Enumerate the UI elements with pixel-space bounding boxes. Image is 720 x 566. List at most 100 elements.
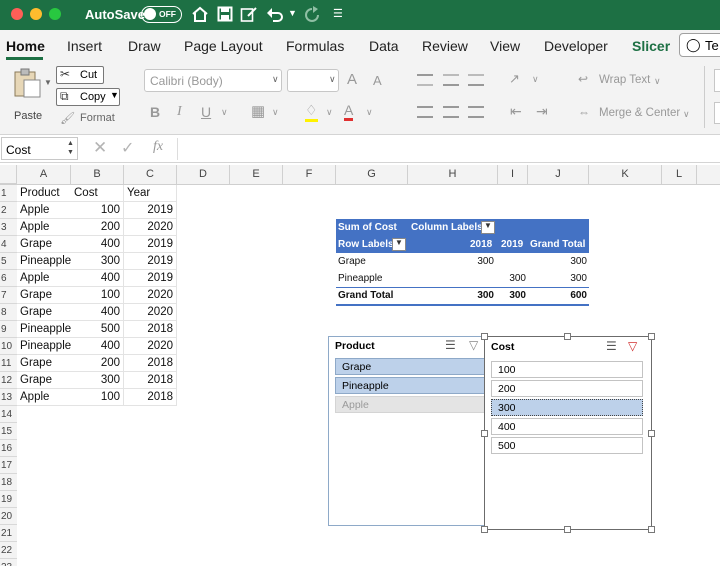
row-header[interactable]: 3 xyxy=(0,219,17,236)
table-cell[interactable]: 2018 xyxy=(124,389,177,406)
column-header-j[interactable]: J xyxy=(528,165,589,184)
product-slicer[interactable]: Product ☰ ▽ Grape Pineapple Apple xyxy=(328,336,488,526)
tab-view[interactable]: View xyxy=(490,38,520,54)
bold-button[interactable]: B xyxy=(150,104,160,120)
align-right-icon[interactable] xyxy=(468,106,484,118)
table-cell[interactable]: 400 xyxy=(71,270,124,287)
row-header[interactable]: 18 xyxy=(0,474,17,491)
chevron-down-icon[interactable]: ∨ xyxy=(683,109,690,120)
paste-dropdown-icon[interactable]: ▼ xyxy=(44,78,52,87)
tab-insert[interactable]: Insert xyxy=(67,38,102,54)
insert-function-icon[interactable]: fx xyxy=(153,139,163,155)
format-painter-label[interactable]: Format xyxy=(80,112,115,124)
redo-icon[interactable] xyxy=(303,6,321,23)
table-cell[interactable]: 2019 xyxy=(124,236,177,253)
align-bottom-icon[interactable] xyxy=(468,74,484,86)
multi-select-icon[interactable]: ☰ xyxy=(606,339,617,353)
column-header-l[interactable]: L xyxy=(662,165,697,184)
fill-color-icon[interactable]: ♢ xyxy=(305,102,318,122)
resize-handle[interactable] xyxy=(564,333,571,340)
row-header[interactable]: 17 xyxy=(0,457,17,474)
cancel-icon[interactable]: ✕ xyxy=(93,138,107,158)
column-header-h[interactable]: H xyxy=(408,165,498,184)
resize-handle[interactable] xyxy=(564,526,571,533)
table-cell[interactable]: 400 xyxy=(71,304,124,321)
table-cell[interactable]: 2020 xyxy=(124,304,177,321)
table-cell[interactable]: 2020 xyxy=(124,287,177,304)
row-header[interactable]: 4 xyxy=(0,236,17,253)
cost-slicer-item-500[interactable]: 500 xyxy=(491,437,643,454)
table-cell[interactable]: Apple xyxy=(17,389,71,406)
chevron-down-icon[interactable]: ∨ xyxy=(221,107,228,118)
tab-review[interactable]: Review xyxy=(422,38,468,54)
decrease-font-button[interactable]: A xyxy=(373,73,382,88)
cost-slicer-item-200[interactable]: 200 xyxy=(491,380,643,397)
column-header-d[interactable]: D xyxy=(177,165,230,184)
header-cell[interactable]: Cost xyxy=(71,185,124,202)
table-cell[interactable]: Grape xyxy=(17,304,71,321)
decrease-indent-icon[interactable]: ⇤ xyxy=(510,103,522,120)
paste-button[interactable]: Paste xyxy=(8,68,50,126)
resize-handle[interactable] xyxy=(648,526,655,533)
align-center-icon[interactable] xyxy=(443,106,459,118)
table-cell[interactable]: 2018 xyxy=(124,355,177,372)
column-header-blank[interactable] xyxy=(697,165,720,184)
row-header[interactable]: 1 xyxy=(0,185,17,202)
table-cell[interactable]: 100 xyxy=(71,389,124,406)
chevron-down-icon[interactable]: ∨ xyxy=(326,107,333,118)
column-labels-filter-button[interactable]: ▼ xyxy=(481,221,495,234)
column-header-a[interactable]: A xyxy=(17,165,71,184)
row-labels-filter-button[interactable]: ▼ xyxy=(392,238,406,251)
tab-data[interactable]: Data xyxy=(369,38,399,54)
chevron-down-icon[interactable]: ∨ xyxy=(272,107,279,118)
row-header[interactable]: 23 xyxy=(0,559,17,566)
chevron-down-icon[interactable]: ∨ xyxy=(654,76,661,87)
pivot-table[interactable]: Sum of Cost Column Labels ▼ Row Labels ▼… xyxy=(336,219,589,306)
name-box[interactable]: Cost ▲ ▼ xyxy=(1,137,78,160)
row-header[interactable]: 15 xyxy=(0,423,17,440)
increase-indent-icon[interactable]: ⇥ xyxy=(536,103,548,120)
resize-handle[interactable] xyxy=(481,333,488,340)
column-header-b[interactable]: B xyxy=(71,165,124,184)
close-window-icon[interactable] xyxy=(11,8,23,20)
tab-home[interactable]: Home xyxy=(6,38,45,54)
header-cell[interactable]: Product xyxy=(17,185,71,202)
tab-formulas[interactable]: Formulas xyxy=(286,38,344,54)
column-header-e[interactable]: E xyxy=(230,165,283,184)
product-slicer-item-grape[interactable]: Grape xyxy=(335,358,485,375)
undo-dropdown-icon[interactable]: ▼ xyxy=(288,8,297,18)
clear-filter-icon[interactable]: ▽ xyxy=(469,338,478,352)
column-header-c[interactable]: C xyxy=(124,165,177,184)
home-icon[interactable] xyxy=(191,6,209,23)
table-cell[interactable]: 2020 xyxy=(124,338,177,355)
row-header[interactable]: 12 xyxy=(0,372,17,389)
edit-icon[interactable] xyxy=(240,6,258,23)
cost-slicer[interactable]: Cost ☰ ▽ 100 200 300 400 500 xyxy=(481,333,655,533)
orientation-icon[interactable]: ↗ xyxy=(509,71,520,87)
font-color-icon[interactable]: A xyxy=(344,102,354,121)
table-cell[interactable]: 2019 xyxy=(124,202,177,219)
italic-button[interactable]: I xyxy=(177,104,182,120)
align-left-icon[interactable] xyxy=(417,106,433,118)
borders-icon[interactable]: ▦ xyxy=(251,102,265,120)
resize-handle[interactable] xyxy=(481,526,488,533)
table-cell[interactable]: 2020 xyxy=(124,219,177,236)
formula-input[interactable] xyxy=(184,141,704,157)
column-header-k[interactable]: K xyxy=(589,165,662,184)
number-format-select[interactable] xyxy=(714,69,720,92)
copy-dropdown-icon[interactable]: ▼ xyxy=(110,90,119,100)
wrap-text-icon[interactable]: ↩ xyxy=(578,72,588,86)
autosave-toggle[interactable]: OFF xyxy=(141,6,182,23)
cost-slicer-item-300[interactable]: 300 xyxy=(491,399,643,416)
tell-me-box[interactable]: ◯ Te xyxy=(679,33,720,57)
row-header[interactable]: 2 xyxy=(0,202,17,219)
row-header[interactable]: 21 xyxy=(0,525,17,542)
tab-developer[interactable]: Developer xyxy=(544,38,608,54)
row-header[interactable]: 9 xyxy=(0,321,17,338)
resize-handle[interactable] xyxy=(481,430,488,437)
enter-icon[interactable]: ✓ xyxy=(121,138,134,158)
font-size-select[interactable]: ∨ xyxy=(287,69,339,92)
table-cell[interactable]: 2019 xyxy=(124,253,177,270)
table-cell[interactable]: 200 xyxy=(71,355,124,372)
table-cell[interactable]: 400 xyxy=(71,338,124,355)
